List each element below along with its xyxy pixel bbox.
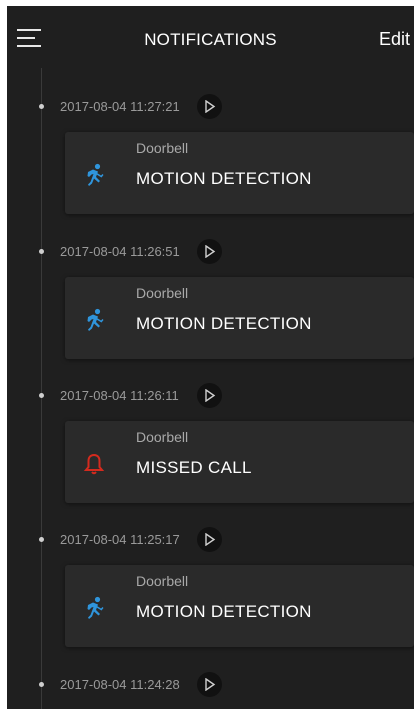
play-button[interactable] [197,94,222,119]
device-name: Doorbell [136,429,189,445]
entry-timestamp: 2017-08-04 11:26:11 [60,388,179,403]
bell-icon [83,453,105,475]
timeline-dot [39,104,44,109]
play-icon [205,678,216,691]
entry-timestamp: 2017-08-04 11:24:28 [60,677,180,692]
play-button[interactable] [197,383,222,408]
notifications-screen: NOTIFICATIONS Edit 2017-08-04 11:27:21 D… [7,6,414,709]
page-title: NOTIFICATIONS [144,30,277,49]
play-icon [205,389,216,402]
play-button[interactable] [197,239,222,264]
timeline-dot [39,393,44,398]
play-button[interactable] [197,672,222,697]
event-type: MOTION DETECTION [136,314,312,333]
device-name: Doorbell [136,573,189,589]
device-name: Doorbell [136,285,189,301]
timeline-dot [39,249,44,254]
play-icon [205,533,216,546]
entry-time-row: 2017-08-04 11:24:28 [7,672,414,698]
notification-card[interactable]: Doorbell MISSED CALL [65,421,414,503]
running-person-icon [87,163,104,186]
timeline-dot [39,537,44,542]
entry-time-row: 2017-08-04 11:27:21 [7,94,414,120]
entry-time-row: 2017-08-04 11:26:51 [7,239,414,265]
header-bar: NOTIFICATIONS Edit [7,6,414,68]
edit-button[interactable]: Edit [379,29,410,50]
play-icon [205,100,216,113]
notification-card[interactable]: Doorbell MOTION DETECTION [65,565,414,647]
timeline-dot [39,682,44,687]
entry-timestamp: 2017-08-04 11:25:17 [60,532,180,547]
event-type: MOTION DETECTION [136,169,312,188]
event-type: MISSED CALL [136,458,252,477]
event-type: MOTION DETECTION [136,602,312,621]
play-icon [205,245,216,258]
play-button[interactable] [197,527,222,552]
entry-timestamp: 2017-08-04 11:26:51 [60,244,180,259]
running-person-icon [87,308,104,331]
running-person-icon [87,596,104,619]
entry-timestamp: 2017-08-04 11:27:21 [60,99,180,114]
device-name: Doorbell [136,140,189,156]
entry-time-row: 2017-08-04 11:25:17 [7,527,414,553]
notification-card[interactable]: Doorbell MOTION DETECTION [65,277,414,359]
notification-card[interactable]: Doorbell MOTION DETECTION [65,132,414,214]
entry-time-row: 2017-08-04 11:26:11 [7,383,414,409]
